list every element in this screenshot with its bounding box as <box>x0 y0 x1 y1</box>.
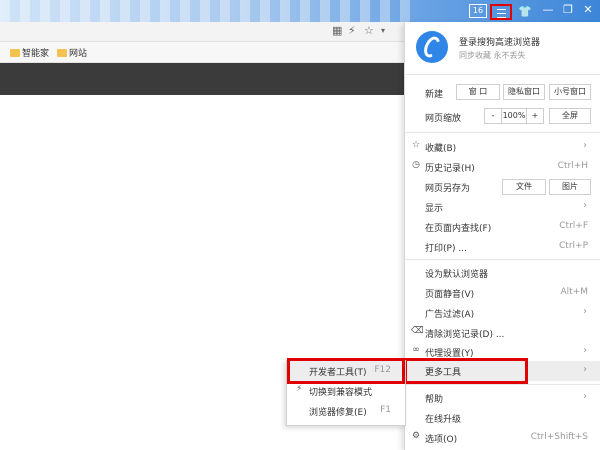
sogou-logo-icon[interactable] <box>416 31 448 63</box>
chevron-right-icon: › <box>583 306 587 317</box>
restore-icon[interactable]: ❐ <box>560 3 576 16</box>
private-window-button[interactable]: 隐私窗口 <box>503 84 545 100</box>
submenu-item-compat[interactable]: ⚡ 切换到兼容模式 <box>287 381 403 401</box>
zoom-label: 网页缩放 <box>425 114 462 124</box>
new-label: 新建 <box>425 90 444 100</box>
chevron-right-icon: › <box>583 391 587 402</box>
main-menu-button[interactable] <box>490 4 512 20</box>
zoom-out-button[interactable]: - <box>484 108 502 124</box>
chevron-right-icon: › <box>583 200 587 211</box>
small-window-button[interactable]: 小号窗口 <box>549 84 591 100</box>
save-file-button[interactable]: 文件 <box>502 179 546 195</box>
menu-icon <box>497 9 506 18</box>
lightning-icon: ⚡ <box>296 384 303 394</box>
menu-item-options[interactable]: ⚙ 选项(O) Ctrl+Shift+S <box>405 428 600 448</box>
menu-item-clear-history[interactable]: ⌫ 清除浏览记录(D) ... <box>405 323 600 343</box>
login-title[interactable]: 登录搜狗高速浏览器 <box>459 35 540 48</box>
menu-item-mute[interactable]: 页面静音(V) Alt+M <box>405 283 600 303</box>
menu-item-adblock[interactable]: 广告过滤(A) › <box>405 303 600 323</box>
menu-item-upgrade[interactable]: 在线升级 <box>405 408 600 428</box>
eraser-icon: ⌫ <box>411 326 424 336</box>
save-image-button[interactable]: 图片 <box>549 179 591 195</box>
chevron-right-icon: › <box>583 345 587 356</box>
tab-strip <box>0 0 420 22</box>
link-icon: ∞ <box>412 345 420 355</box>
menu-item-display[interactable]: 显示 › <box>405 197 600 217</box>
menu-item-history[interactable]: ◷ 历史记录(H) Ctrl+H <box>405 157 600 177</box>
new-window-button[interactable]: 窗 口 <box>456 84 500 100</box>
bookmark-item[interactable]: 智能家 <box>10 46 49 59</box>
clock-icon: ◷ <box>412 160 420 170</box>
menu-item-set-default[interactable]: 设为默认浏览器 <box>405 263 600 283</box>
divider <box>405 74 600 75</box>
divider <box>405 259 600 260</box>
star-icon[interactable]: ☆ <box>364 24 374 37</box>
menu-item-help[interactable]: 帮助 › <box>405 388 600 408</box>
chevron-right-icon: › <box>583 140 587 151</box>
dropdown-icon[interactable]: ▾ <box>381 26 385 35</box>
submenu-item-repair[interactable]: 浏览器修复(E) F1 <box>287 401 403 421</box>
folder-icon <box>57 49 67 57</box>
highlight-box-more-tools <box>404 358 528 384</box>
login-subtitle: 同步收藏 永不丢失 <box>459 51 526 60</box>
divider <box>405 384 600 385</box>
bookmark-item[interactable]: 网站 <box>57 46 87 59</box>
folder-icon <box>10 49 20 57</box>
zoom-value: 100% <box>501 108 527 124</box>
minimize-icon[interactable]: — <box>540 3 556 16</box>
divider <box>405 132 600 133</box>
menu-item-favorites[interactable]: ☆ 收藏(B) › <box>405 137 600 157</box>
zoom-in-button[interactable]: + <box>526 108 544 124</box>
menu-item-find[interactable]: 在页面内查找(F) Ctrl+F <box>405 217 600 237</box>
lightning-icon[interactable]: ⚡ <box>348 24 356 37</box>
menu-item-print[interactable]: 打印(P) ... Ctrl+P <box>405 237 600 257</box>
qr-icon[interactable]: ▦ <box>332 24 342 37</box>
chevron-right-icon: › <box>583 364 587 375</box>
close-icon[interactable]: ✕ <box>580 3 596 16</box>
fullscreen-button[interactable]: 全屏 <box>549 108 591 124</box>
shirt-icon[interactable]: 👕 <box>518 5 532 18</box>
tab-count-badge[interactable]: 16 <box>469 4 487 18</box>
star-icon: ☆ <box>411 140 421 150</box>
gear-icon: ⚙ <box>411 431 421 441</box>
